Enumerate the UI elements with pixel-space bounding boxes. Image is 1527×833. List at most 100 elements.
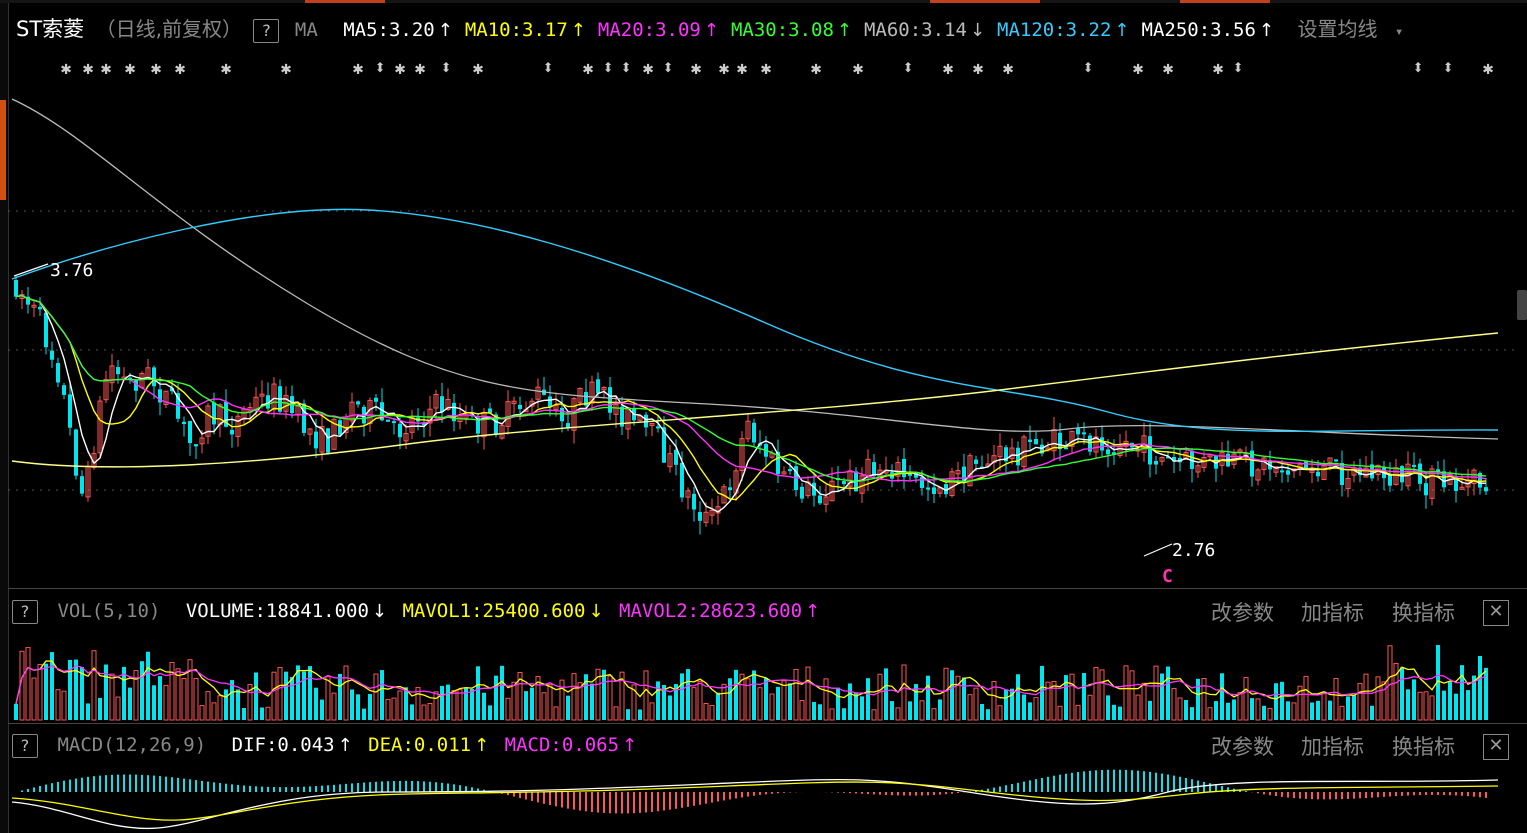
volume-bar [1148, 700, 1152, 720]
volume-bar [721, 683, 727, 721]
volume-bar [314, 687, 318, 720]
right-scroll-handle[interactable] [1517, 290, 1527, 320]
volume-bar [1220, 673, 1224, 720]
candle-body [1412, 464, 1416, 467]
candle-body [1076, 428, 1080, 435]
volume-bar [752, 670, 756, 720]
candle-body [230, 429, 234, 435]
ma-settings-dropdown-icon[interactable]: ▾ [1395, 19, 1403, 45]
volume-bar [530, 687, 534, 720]
price-chart[interactable]: ✱ ✱ ✱ ✱ ✱ ✱ ✱ ✱ ✱ ⬍ ✱ ✱ ⬍ ✱ ⬍ ✱ ⬍ ⬍ ✱ ⬍ ✱ ✱ ✱ ✱ ✱ ✱ ⬍ ✱ ✱ ✱ ⬍ ✱ ✱ ✱ ⬍ ⬍ ⬍ ✱ 3… [8, 44, 1518, 586]
c-marker[interactable]: C [1162, 566, 1173, 586]
candle-body [1034, 439, 1038, 445]
candle-body [788, 469, 792, 472]
volume-bar [1166, 666, 1170, 720]
candle-body [188, 420, 192, 444]
volume-bar [37, 664, 43, 721]
volume-bar [757, 687, 763, 721]
candle-body [818, 495, 822, 504]
event-marker-icon: ✱ [125, 58, 136, 79]
help-button[interactable]: ? [253, 18, 280, 43]
event-marker-icon: ✱ [1163, 58, 1174, 79]
volume-help-button[interactable]: ? [12, 599, 38, 624]
ma-arrow-icon: ↑ [836, 20, 852, 41]
volume-bar [524, 691, 528, 720]
volume-bar [919, 700, 925, 721]
event-marker-icon: ⬍ [440, 55, 452, 79]
panel-divider [8, 588, 1527, 589]
candle-body [1388, 474, 1392, 486]
ma-value-list: MA5:3.20 ↑ MA10:3.17 ↑ MA20:3.09 ↑ MA30:3.08 ↑ M… [343, 17, 1286, 44]
low-pointer-line [1143, 543, 1173, 557]
ma60-line [11, 98, 1499, 440]
volume-bar [350, 689, 354, 720]
candle-body [80, 476, 84, 494]
ma-value-ma10: MA10:3.17 [464, 19, 568, 41]
event-marker-icon: ⬍ [374, 55, 386, 79]
volume-bar [140, 661, 144, 720]
volume-bar [1250, 698, 1254, 720]
volume-bar [1226, 702, 1230, 720]
volume-change-params-button[interactable]: 改参数 [1211, 597, 1274, 627]
ma-label: MA [294, 19, 318, 41]
volume-add-indicator-button[interactable]: 加指标 [1301, 597, 1364, 627]
volume-bar [104, 664, 108, 720]
volume-bar [1255, 698, 1261, 721]
volume-bar [788, 683, 792, 720]
volume-bar [703, 703, 709, 721]
candle-body [374, 397, 378, 402]
event-marker-icon: ⬍ [662, 55, 674, 79]
event-marker-icon: ✱ [853, 58, 864, 79]
volume-bar [1106, 695, 1110, 720]
volume-bar [500, 665, 504, 720]
volume-bar [1214, 701, 1218, 720]
macd-switch-indicator-button[interactable]: 换指标 [1392, 731, 1455, 761]
event-markers: ✱ ✱ ✱ ✱ ✱ ✱ ✱ ✱ ✱ ⬍ ✱ ✱ ⬍ ✱ ⬍ ✱ ⬍ ⬍ ✱ ⬍ ✱ ✱ ✱ ✱ ✱ ✱ ⬍ ✱ ✱ ✱ ⬍ ✱ ✱ ✱ ⬍ ⬍ ⬍ ✱ [61, 55, 1494, 79]
volume-bar [697, 680, 703, 721]
low-price-label: 2.76 [1172, 540, 1215, 561]
candle-body [1082, 432, 1086, 435]
volume-bar [181, 677, 187, 721]
macd-change-params-button[interactable]: 改参数 [1211, 731, 1274, 761]
candle-body [356, 401, 360, 405]
volume-bar [1082, 673, 1086, 720]
price-gridlines [8, 210, 1518, 491]
volume-bar [265, 706, 271, 721]
event-marker-icon: ⬍ [542, 55, 554, 79]
stock-name: ST索菱 [16, 17, 85, 41]
volume-bar [895, 707, 901, 721]
volume-bar [217, 695, 223, 721]
macd-add-indicator-button[interactable]: 加指标 [1301, 731, 1364, 761]
event-marker-icon: ✱ [973, 58, 984, 79]
candle-body [1286, 470, 1290, 475]
volume-bar [1243, 677, 1249, 721]
ma-arrow-icon: ↑ [1114, 20, 1130, 41]
candle-body [62, 385, 66, 395]
macd-help-button[interactable]: ? [12, 733, 38, 758]
event-marker-icon: ✱ [1483, 58, 1494, 79]
ma-settings-button[interactable]: 设置均线 [1297, 16, 1377, 42]
volume-close-icon[interactable]: ✕ [1483, 600, 1509, 626]
ma-value-ma60: MA60:3.14 [863, 19, 967, 41]
top-window-strip [0, 0, 1527, 3]
volume-bar [1352, 695, 1356, 720]
volume-chart[interactable] [8, 628, 1518, 722]
volume-bar [320, 699, 324, 720]
volume-bar [559, 679, 565, 721]
ma5-line [15, 294, 1486, 513]
volume-bar [769, 693, 775, 721]
macd-chart[interactable] [8, 762, 1518, 833]
candle-body [518, 404, 522, 409]
candle-body [902, 458, 906, 478]
volume-bar [25, 647, 31, 721]
volume-bar [866, 678, 870, 720]
event-marker-icon: ⬍ [1442, 55, 1454, 79]
volume-bar [331, 692, 337, 721]
volume-bar [404, 687, 408, 720]
volume-bar [14, 703, 18, 720]
volume-switch-indicator-button[interactable]: 换指标 [1392, 597, 1455, 627]
volume-bar [98, 697, 102, 720]
volume-bar [691, 687, 697, 721]
macd-close-icon[interactable]: ✕ [1483, 734, 1509, 760]
candle-body [800, 486, 804, 499]
